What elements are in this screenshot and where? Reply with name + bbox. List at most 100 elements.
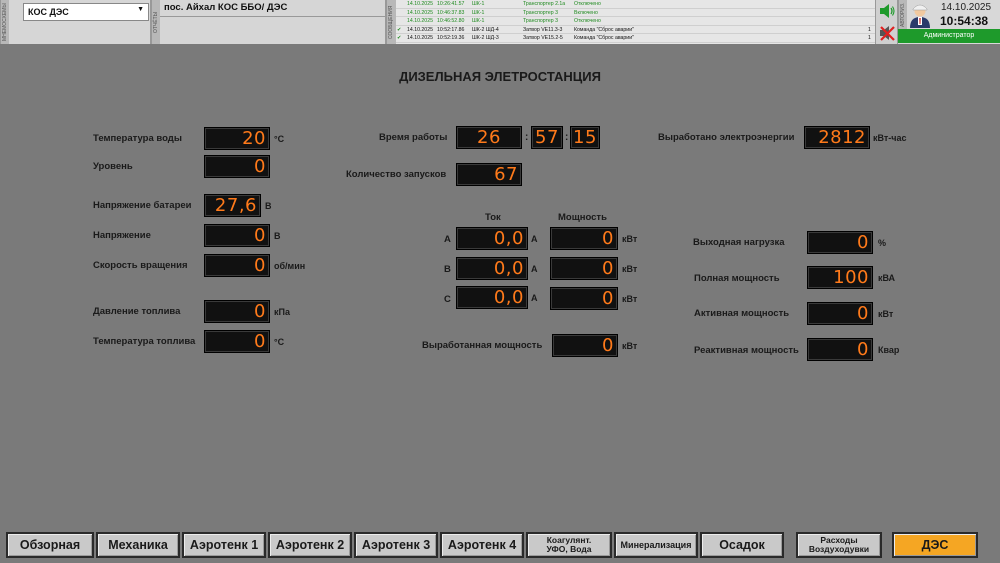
nav-blowers-button[interactable]: Расходы Воздуходувки (796, 532, 882, 558)
runtime-separator: : (525, 132, 529, 143)
event-ack-icon: ✔ (397, 26, 402, 33)
output-load-unit: % (878, 238, 887, 248)
nav-mechanics-button[interactable]: Механика (96, 532, 180, 558)
energy-unit: кВт-час (873, 133, 907, 143)
events-tab[interactable]: СООБЩЕНИЯ (386, 0, 396, 44)
nav-overview-button[interactable]: Обзорная (6, 532, 94, 558)
object-select[interactable]: КОС ДЭС ▼ (23, 3, 149, 21)
event-time: 10:26:41.57 (437, 1, 465, 7)
event-row[interactable]: 14.10.2025 10:46:37.83 ШК-1 Транспортер 3 Вк… (396, 9, 875, 18)
nav-des-button[interactable]: ДЭС (892, 532, 978, 558)
current-header: Ток (485, 212, 501, 223)
fuel-temp-unit: °С (274, 337, 285, 347)
energy-label: Выработано электроэнергии (658, 132, 795, 143)
event-time: 10:52:19.36 (437, 35, 465, 42)
battery-voltage-display: 27,6 (204, 194, 261, 217)
nav-blowers-line2: Воздуходувки (808, 544, 870, 554)
rpm-display: 0 (204, 254, 270, 277)
object-select-panel: КОС ДЭС ▼ (9, 0, 151, 44)
reports-tab[interactable]: ОТЧЁТЫ (151, 0, 160, 44)
voltage-unit: В (274, 231, 281, 241)
voltage-label: Напряжение (93, 230, 151, 241)
nav-mineralization-button[interactable]: Минерализация (614, 532, 698, 558)
events-log[interactable]: 14.10.2025 10:26:41.57 ШК-1 Транспортер 2.1… (396, 0, 876, 44)
water-temp-unit: °С (274, 134, 285, 144)
phase-c-label: C (444, 294, 451, 305)
event-object: Транспортер 3 (523, 18, 558, 25)
full-power-unit: кВА (878, 273, 896, 283)
nav-aerotank-1-button[interactable]: Аэротенк 1 (182, 532, 266, 558)
event-source: ШК-1 (472, 18, 485, 25)
fuel-pressure-label: Давление топлива (93, 306, 181, 317)
event-row[interactable]: ✔ 14.10.2025 10:52:17.86 ШК-2 ШД-4 Затвор VE… (396, 26, 875, 35)
generated-power-unit: кВт (622, 341, 638, 351)
reactive-power-unit: Квар (878, 345, 900, 355)
location-panel: пос. Айхал КОС ББО/ ДЭС (160, 0, 386, 44)
power-header: Мощность (558, 212, 607, 223)
full-power-label: Полная мощность (694, 273, 780, 284)
event-state: Отключено (574, 1, 601, 7)
nav-aerotank-2-button[interactable]: Аэротенк 2 (268, 532, 352, 558)
phase-c-current-display: 0,0 (456, 286, 528, 309)
event-date: 14.10.2025 (407, 18, 433, 25)
mute-icon[interactable] (879, 25, 895, 41)
auth-tab[interactable]: АВТОРИЗ. (898, 0, 907, 29)
chevron-down-icon: ▼ (137, 6, 144, 13)
object-select-value: КОС ДЭС (28, 7, 69, 17)
phase-b-current-display: 0,0 (456, 257, 528, 280)
voltage-display: 0 (204, 224, 270, 247)
output-load-display: 0 (807, 231, 873, 254)
event-time: 10:46:37.83 (437, 9, 465, 16)
nav-aerotank-4-button[interactable]: Аэротенк 4 (440, 532, 524, 558)
level-label: Уровень (93, 161, 133, 172)
rpm-label: Скорость вращения (93, 260, 188, 271)
event-state: Включено (574, 9, 598, 16)
phase-a-power-display: 0 (550, 227, 618, 250)
event-date: 14.10.2025 (407, 9, 433, 16)
energy-display: 2812 (804, 126, 870, 149)
user-avatar-icon[interactable] (908, 2, 932, 28)
output-load-label: Выходная нагрузка (693, 237, 785, 248)
mnemo-tab[interactable]: МНЕМОСХЕМЫ (0, 0, 9, 44)
sound-panel (876, 0, 898, 44)
nav-sediment-button[interactable]: Осадок (700, 532, 784, 558)
reactive-power-display: 0 (807, 338, 873, 361)
page-title: ДИЗЕЛЬНАЯ ЭЛЕТРОСТАНЦИЯ (399, 69, 601, 84)
battery-voltage-unit: В (265, 201, 272, 211)
runtime-minutes-display: 57 (531, 126, 563, 149)
phase-c-current-unit: А (531, 293, 538, 303)
user-panel: АВТОРИЗ. 14.10.2025 10:54:38 Администрат… (898, 0, 1000, 44)
phase-b-current-unit: А (531, 264, 538, 274)
generated-power-display: 0 (552, 334, 618, 357)
event-object: Транспортер 3 (523, 9, 558, 16)
event-source: ШК-2 ШД-4 (472, 26, 499, 33)
event-count: 1 (868, 35, 871, 42)
event-object: Затвор VE11.3-3 (523, 26, 563, 33)
water-temp-display: 20 (204, 127, 270, 150)
event-object: Транспортер 2.1а (523, 1, 566, 7)
active-power-label: Активная мощность (694, 308, 790, 319)
level-display: 0 (204, 155, 270, 178)
phase-b-label: B (444, 264, 451, 275)
event-time: 10:46:52.80 (437, 18, 465, 25)
runtime-hours-display: 26 (456, 126, 522, 149)
event-row[interactable]: 14.10.2025 10:26:41.57 ШК-1 Транспортер 2.1… (396, 0, 875, 9)
phase-c-power-display: 0 (550, 287, 618, 310)
runtime-label: Время работы (379, 132, 448, 143)
nav-coagulant-button[interactable]: Коагулянт. УФО, Вода (526, 532, 612, 558)
role-badge: Администратор (898, 29, 1000, 43)
event-row[interactable]: 14.10.2025 10:46:52.80 ШК-1 Транспортер 3 От… (396, 17, 875, 26)
nav-aerotank-3-button[interactable]: Аэротенк 3 (354, 532, 438, 558)
event-date: 14.10.2025 (407, 1, 433, 7)
speaker-on-icon[interactable] (879, 3, 895, 19)
event-state: Отключено (574, 18, 601, 25)
event-row[interactable]: ✔ 14.10.2025 10:52:19.36 ШК-2 ШД-3 Затвор VE… (396, 34, 875, 43)
event-state: Команда "Сброс аварии" (574, 26, 634, 33)
starts-label: Количество запусков (346, 169, 447, 180)
event-time: 10:52:17.86 (437, 26, 465, 33)
nav-coagulant-line2: УФО, Вода (546, 544, 592, 554)
current-time: 10:54:38 (940, 14, 989, 28)
bottom-navigation: Обзорная Механика Аэротенк 1 Аэротенк 2 … (6, 532, 994, 560)
event-ack-icon: ✔ (397, 35, 402, 42)
fuel-temp-display: 0 (204, 330, 270, 353)
